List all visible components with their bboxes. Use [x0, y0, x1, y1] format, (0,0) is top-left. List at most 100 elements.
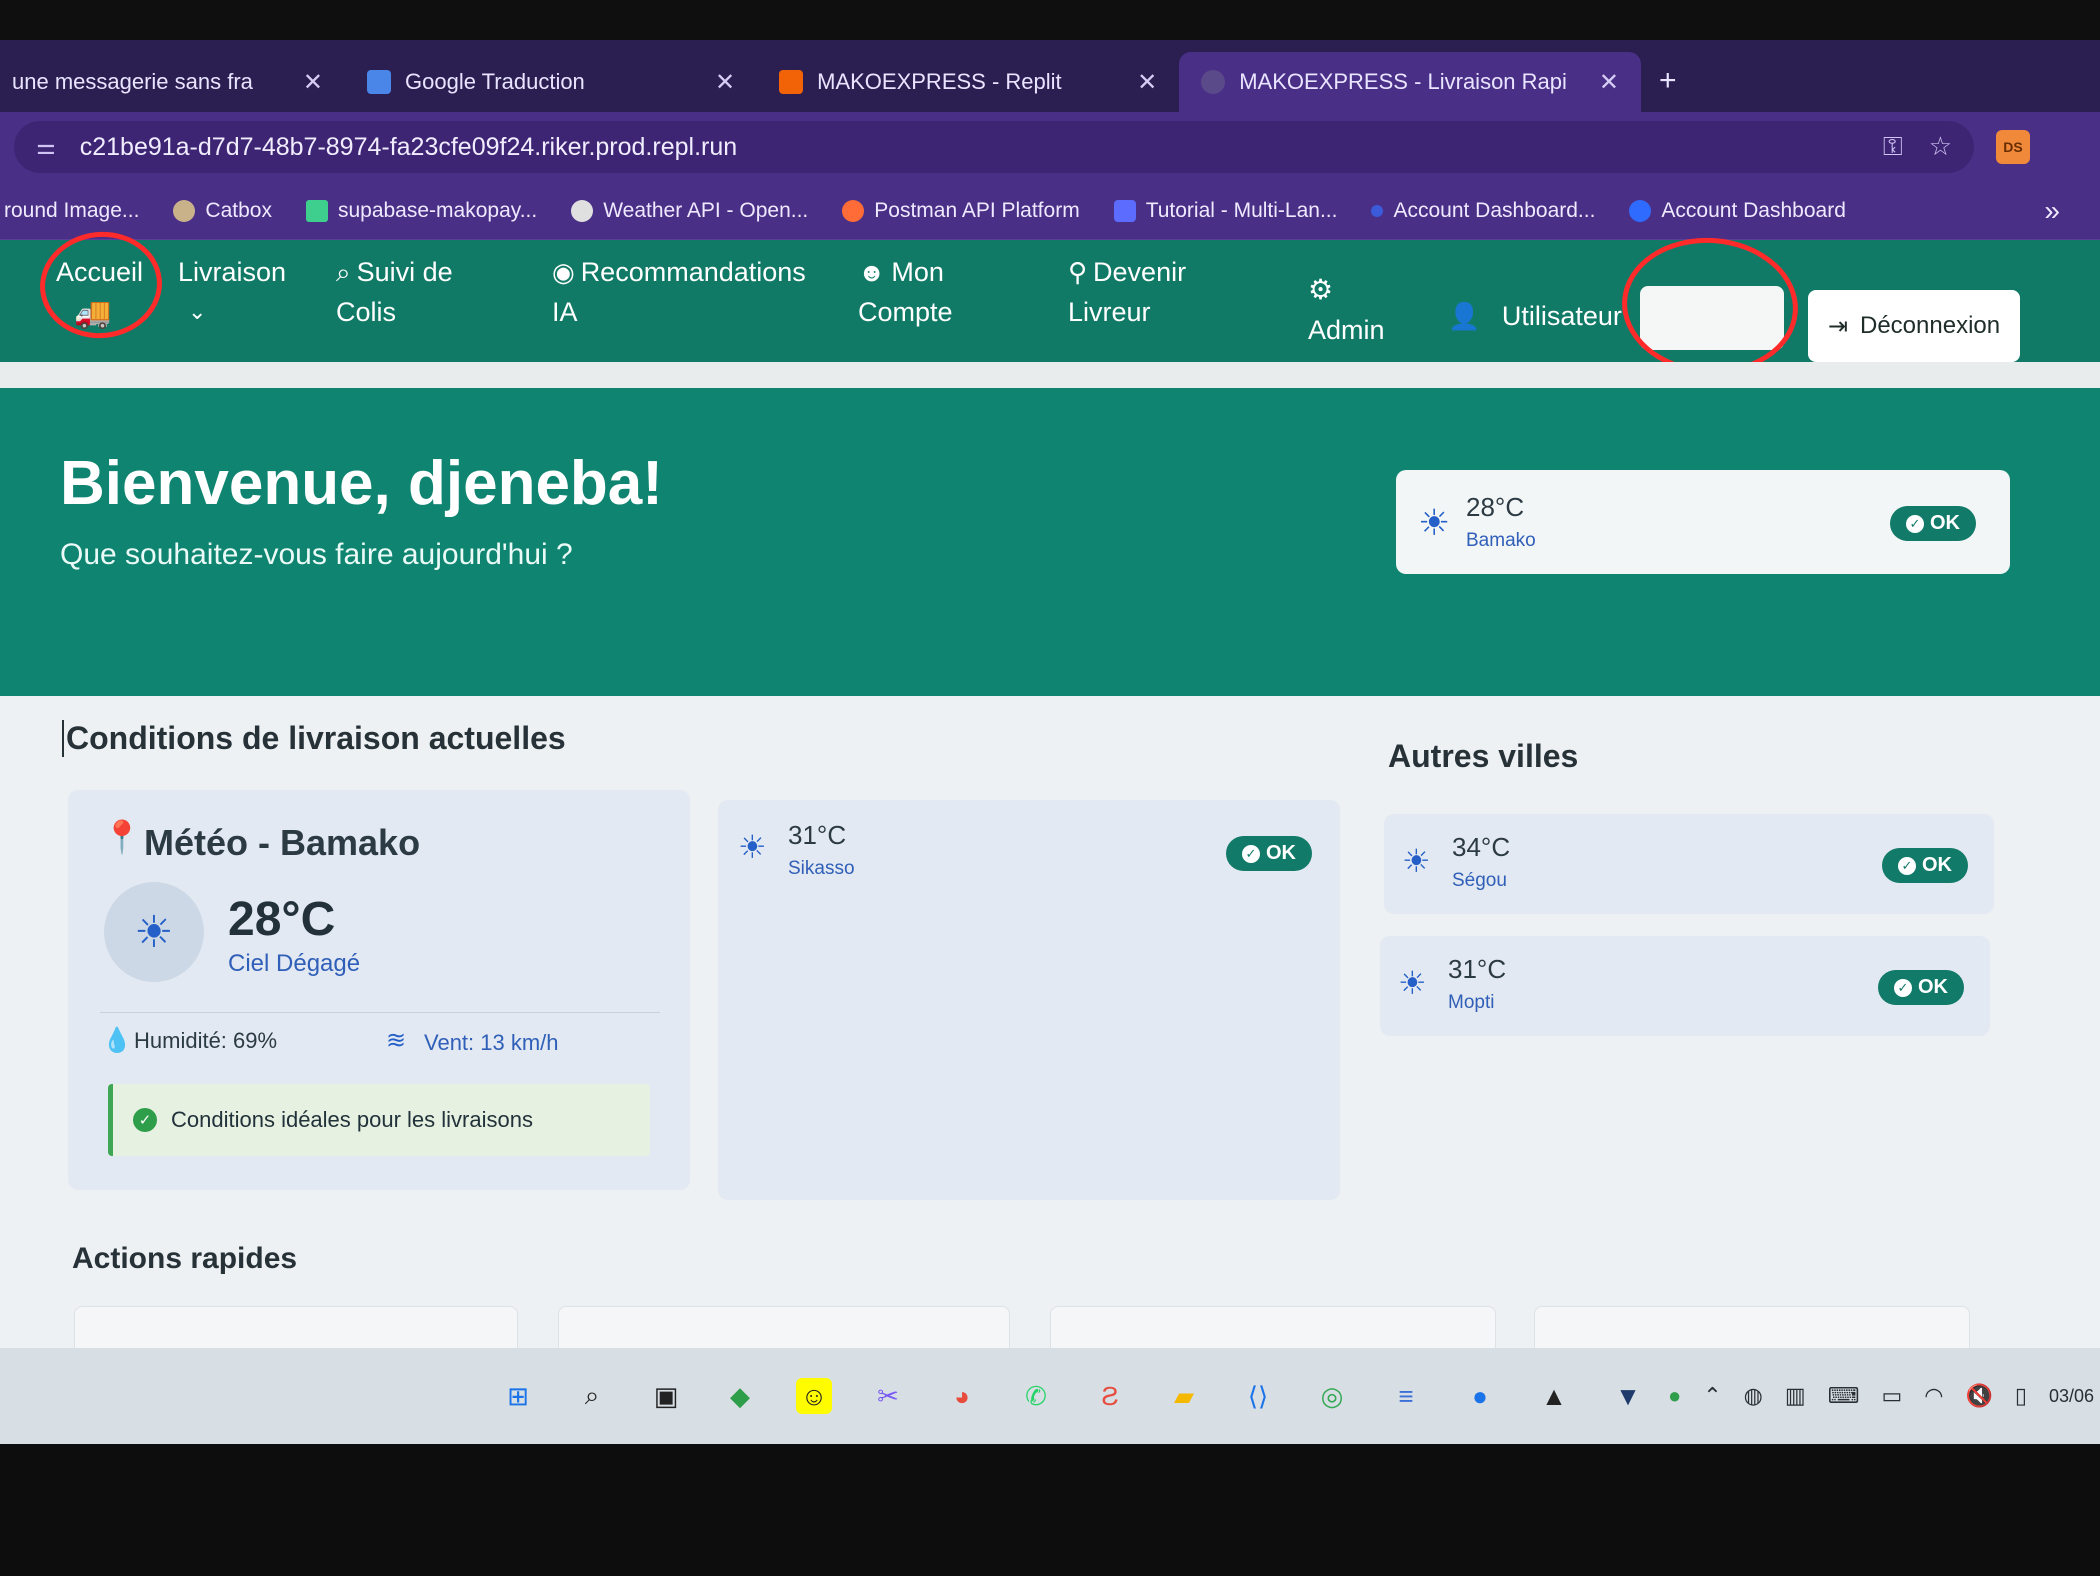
card-divider — [100, 1012, 660, 1013]
city-weather-card: ☀ 31°C Mopti ✓ OK — [1380, 936, 1990, 1036]
sign-out-icon: ⇥ — [1827, 312, 1848, 340]
close-icon[interactable]: ✕ — [715, 68, 735, 97]
tray-app-icon[interactable]: ◍ — [1744, 1383, 1763, 1409]
welcome-subtitle: Que souhaitez-vous faire aujourd'hui ? — [60, 538, 573, 571]
gear-icon: ⚙ — [1308, 274, 1334, 305]
nav-devenir-livreur[interactable]: ⚲ Devenir Livreur — [1068, 252, 1186, 332]
city-name: Sikasso — [788, 858, 855, 879]
bookmark-item[interactable]: round Image... — [4, 199, 139, 223]
bookmark-item[interactable]: Account Dashboard — [1629, 199, 1846, 223]
task-view-icon[interactable]: ▣ — [648, 1378, 684, 1414]
chevron-up-icon[interactable]: ⌃ — [1703, 1383, 1721, 1409]
hero-banner: Bienvenue, djeneba! Que souhaitez-vous f… — [0, 388, 2100, 696]
bookmark-item[interactable]: Account Dashboard... — [1371, 199, 1595, 223]
close-icon[interactable]: ✕ — [1137, 68, 1157, 97]
check-icon: ✓ — [1894, 978, 1912, 997]
nav-mon-compte[interactable]: ☻ Mon Compte — [858, 252, 953, 332]
section-title: Conditions de livraison actuelles — [62, 720, 566, 757]
profile-avatar[interactable]: DS — [1996, 130, 2030, 164]
close-icon[interactable]: ✕ — [1599, 68, 1619, 97]
status-text: OK — [1918, 976, 1948, 998]
bookmarks-more-icon[interactable]: » — [2044, 195, 2060, 227]
windows-start-icon[interactable]: ⊞ — [500, 1378, 536, 1414]
tab-title: MAKOEXPRESS - Replit — [817, 69, 1062, 94]
dashboard-icon — [1629, 199, 1652, 222]
close-icon[interactable]: ✕ — [303, 68, 323, 97]
clock-date[interactable]: 03/06 — [2049, 1386, 2094, 1407]
bookmark-item[interactable]: Weather API - Open... — [571, 199, 808, 223]
snipping-tool-icon[interactable]: ✂ — [870, 1378, 906, 1414]
nav-admin[interactable]: ⚙ Admin — [1308, 270, 1385, 350]
weather-summary-card: ☀ 28°C Bamako ✓ OK — [1396, 470, 2010, 574]
chrome-icon[interactable]: ◎ — [1314, 1378, 1350, 1414]
status-text: OK — [1922, 854, 1952, 876]
bookmark-item[interactable]: Tutorial - Multi-Lan... — [1113, 198, 1338, 223]
nav-recommandations[interactable]: ◉ Recommandations IA — [552, 252, 806, 332]
nav-label: Devenir — [1093, 257, 1187, 287]
wind-text: Vent: 13 km/h — [424, 1030, 559, 1055]
status-badge: ✓ OK — [1890, 506, 1976, 541]
app-icon[interactable]: ● — [1462, 1378, 1498, 1414]
app-icon[interactable]: ◆ — [722, 1378, 758, 1414]
browser-tab[interactable]: MAKOEXPRESS - Replit ✕ — [757, 52, 1179, 112]
check-icon: ✓ — [1242, 844, 1260, 863]
vscode-icon[interactable]: ⟨⟩ — [1240, 1378, 1276, 1414]
keyboard-icon[interactable]: ⌨ — [1828, 1383, 1860, 1409]
battery-icon[interactable]: ▯ — [2015, 1383, 2027, 1409]
nav-suivi-colis[interactable]: ⌕ Suivi de Colis — [336, 252, 453, 332]
app-icon[interactable]: ▲ — [1536, 1378, 1572, 1414]
bookmark-label: Tutorial - Multi-Lan... — [1145, 198, 1338, 222]
nav-utilisateur[interactable]: 👤 Utilisateur — [1448, 296, 1622, 336]
browser-tab[interactable]: Google Traduction ✕ — [345, 52, 757, 112]
bookmark-item[interactable]: Catbox — [173, 199, 272, 223]
browser-tab-bar: une messagerie sans fra ✕ Google Traduct… — [0, 40, 2100, 112]
speaker-muted-icon[interactable]: 🔇 — [1965, 1383, 1992, 1409]
nav-label: Mon — [891, 257, 944, 287]
nav-label: Utilisateur — [1501, 301, 1622, 331]
browser-tab-active[interactable]: MAKOEXPRESS - Livraison Rapi ✕ — [1179, 52, 1642, 112]
alert-text: Conditions idéales pour les livraisons — [171, 1107, 533, 1132]
tray-app-icon[interactable]: ▥ — [1785, 1383, 1806, 1409]
tab-title: MAKOEXPRESS - Livraison Rapi — [1239, 69, 1567, 94]
app-icon[interactable]: ▼ — [1610, 1378, 1646, 1414]
site-settings-icon[interactable]: ⚌ — [36, 134, 56, 160]
password-key-icon[interactable]: ⚿ — [1883, 131, 1903, 163]
wifi-icon[interactable]: ◠ — [1924, 1383, 1943, 1409]
browser-tab[interactable]: une messagerie sans fra ✕ — [0, 52, 345, 112]
photo-of-screen: une messagerie sans fra ✕ Google Traduct… — [0, 0, 2100, 1576]
status-text: OK — [1930, 512, 1960, 534]
new-tab-button[interactable]: + — [1659, 64, 1677, 98]
user-icon: 👤 — [1448, 301, 1481, 331]
sun-icon: ☀ — [1418, 502, 1451, 543]
city-temp: 34°C — [1452, 832, 1511, 862]
google-translate-icon — [367, 70, 392, 94]
tab-title: une messagerie sans fra — [12, 69, 253, 94]
bookmark-item[interactable]: Postman API Platform — [842, 199, 1080, 223]
logout-button[interactable]: ⇥ Déconnexion — [1808, 290, 2020, 362]
snapchat-icon[interactable]: ☺ — [796, 1378, 832, 1414]
file-explorer-icon[interactable]: ▰ — [1166, 1378, 1202, 1414]
search-icon[interactable]: ⌕ — [574, 1378, 610, 1414]
bookmark-star-icon[interactable]: ☆ — [1929, 131, 1952, 163]
tray-app-icon[interactable]: ● — [1668, 1383, 1681, 1409]
app-icon[interactable]: Ƨ — [1092, 1378, 1128, 1414]
url-field[interactable]: ⚌ c21be91a-d7d7-48b7-8974-fa23cfe09f24.r… — [14, 121, 1974, 173]
color-wheel-icon[interactable]: ◕ — [944, 1378, 980, 1414]
chevron-down-icon: ⌄ — [188, 299, 207, 324]
url-text: c21be91a-d7d7-48b7-8974-fa23cfe09f24.rik… — [79, 132, 738, 161]
city-weather-card: ☀ 34°C Ségou ✓ OK — [1384, 814, 1994, 914]
status-badge: ✓ OK — [1226, 836, 1312, 871]
status-text: OK — [1266, 842, 1296, 864]
city-temp: 31°C — [1448, 954, 1507, 984]
bookmark-label: round Image... — [4, 198, 140, 222]
tray-app-icon[interactable]: ▭ — [1881, 1383, 1902, 1409]
bookmarks-bar: round Image... Catbox supabase-makopay..… — [0, 182, 2100, 240]
bookmark-item[interactable]: supabase-makopay... — [305, 199, 537, 223]
whatsapp-icon[interactable]: ✆ — [1018, 1378, 1054, 1414]
replit-icon — [779, 70, 804, 94]
nav-livraison-dropdown[interactable]: Livraison ⌄ — [178, 252, 286, 332]
check-icon: ✓ — [1898, 856, 1916, 875]
notepad-icon[interactable]: ≡ — [1388, 1378, 1424, 1414]
postman-icon — [842, 199, 865, 222]
nav-label: Livreur — [1068, 297, 1151, 327]
